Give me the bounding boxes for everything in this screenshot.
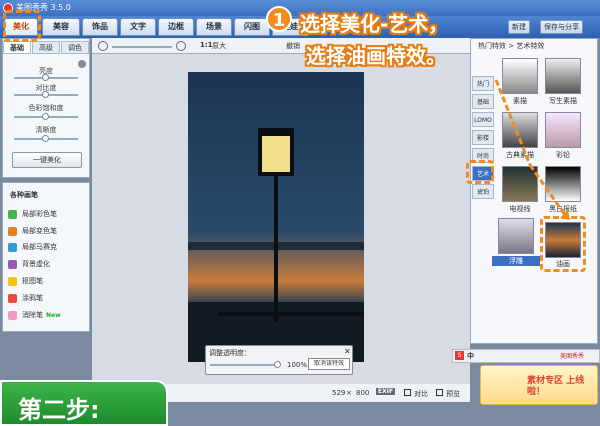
brush-label: 背景虚化 [22,260,50,268]
blur-icon [8,260,17,269]
opacity-value: 100% [287,361,308,369]
slider-label-sharpness: 清晰度 [35,126,57,134]
recolor-pen-icon [8,227,17,236]
brush-item-blur-bg[interactable]: 背景虚化 [8,257,50,271]
brush-label: 局部彩色笔 [22,210,57,218]
step-number-badge: 1 [266,6,292,32]
zoom-1to1-button[interactable]: 1:1 [200,41,213,49]
zoom-slider[interactable] [112,46,172,48]
brush-label: 涂鸦笔 [22,294,43,302]
exif-badge[interactable]: EXIF [376,388,396,395]
step-banner-text: 第二步: [18,396,100,424]
brush-item-color-pen[interactable]: 局部彩色笔 [8,207,57,221]
photo-canvas[interactable] [188,72,364,362]
highlight-oil-painting [540,216,586,272]
tab-scene[interactable]: 场景 [196,18,232,36]
brush-label: 局部变色笔 [22,227,57,235]
opacity-slider[interactable] [210,364,280,366]
close-icon[interactable]: ✕ [344,347,351,356]
dimension-x: × [346,389,352,397]
reset-icon[interactable] [78,60,86,68]
one-click-beautify-button[interactable]: 一键美化 [12,152,82,168]
original-size-button[interactable]: 原大 [212,41,226,51]
callout-line-1: 选择美化-艺术， [300,12,449,36]
mosaic-icon [8,243,17,252]
promo-text: 素材专区 上线啦！ [527,376,585,397]
image-width: 529 [332,389,346,397]
ime-language[interactable]: 中 [467,351,474,361]
effects-breadcrumb: 热门特效 > 艺术特效 [478,42,545,50]
brush-label: 局部马赛克 [22,243,57,251]
effect-thumb-emboss[interactable] [498,218,534,254]
save-label: 保存与分享 [544,23,579,31]
new-badge: New [46,312,61,319]
subtab-advanced[interactable]: 高级 [32,41,60,54]
compare-button[interactable]: 对比 [414,389,428,399]
tab-flash[interactable]: 闪图 [234,18,270,36]
opacity-title: 调整透明度： [209,349,251,357]
brush-item-doodle[interactable]: 涂鸦笔 [8,291,43,305]
tab-skin[interactable]: 美容 [42,18,80,36]
subtab-color[interactable]: 调色 [61,41,89,54]
sharpness-knob[interactable] [42,135,49,142]
brush-item-eraser[interactable]: 消除笔 New [8,308,61,322]
tab-text[interactable]: 文字 [120,18,156,36]
doodle-pen-icon [8,294,17,303]
zoom-out-icon[interactable] [98,41,108,51]
saturation-knob[interactable] [42,113,49,120]
eraser-icon [8,311,17,320]
brush-panel-title: 各种画笔 [10,191,38,199]
highlight-beautify-tab [3,10,41,42]
preview-icon [436,389,443,396]
effect-label: 浮雕 [492,256,540,266]
preview-button[interactable]: 预览 [446,389,460,399]
arrow-annotations [494,79,570,220]
subtab-basic[interactable]: 基础 [3,41,31,54]
brush-label: 抠图笔 [22,277,43,285]
brush-item-cutout[interactable]: 抠图笔 [8,274,43,288]
callout-line-2: 选择油画特效。 [306,44,446,68]
slider-label-saturation: 色彩饱和度 [28,104,64,112]
image-height: 800 [356,389,370,397]
step-banner: 第二步: [0,380,168,426]
opacity-knob[interactable] [274,361,281,368]
brightness-knob[interactable] [42,74,49,81]
brush-item-recolor-pen[interactable]: 局部变色笔 [8,224,57,238]
color-pen-icon [8,210,17,219]
new-button[interactable]: 新建 [508,20,530,34]
tab-accessories[interactable]: 饰品 [82,18,118,36]
tab-frame[interactable]: 边框 [158,18,194,36]
cutout-icon [8,277,17,286]
brush-label: 消除笔 [22,311,43,319]
ime-logo-icon: S [455,351,464,360]
undo-button[interactable]: 撤销 [286,41,300,51]
zoom-in-icon[interactable] [176,41,186,51]
save-share-button[interactable]: 保存与分享 [540,20,583,34]
compare-icon [404,389,411,396]
one-click-label: 一键美化 [33,156,61,164]
brush-item-mosaic[interactable]: 局部马赛克 [8,240,57,254]
promo-banner[interactable]: 素材专区 上线啦！ [480,365,598,405]
new-label: 新建 [512,23,526,31]
cancel-effect-button[interactable]: 取消该特效 [308,358,350,370]
ime-brand: 美图秀秀 [560,353,585,360]
contrast-knob[interactable] [42,91,49,98]
